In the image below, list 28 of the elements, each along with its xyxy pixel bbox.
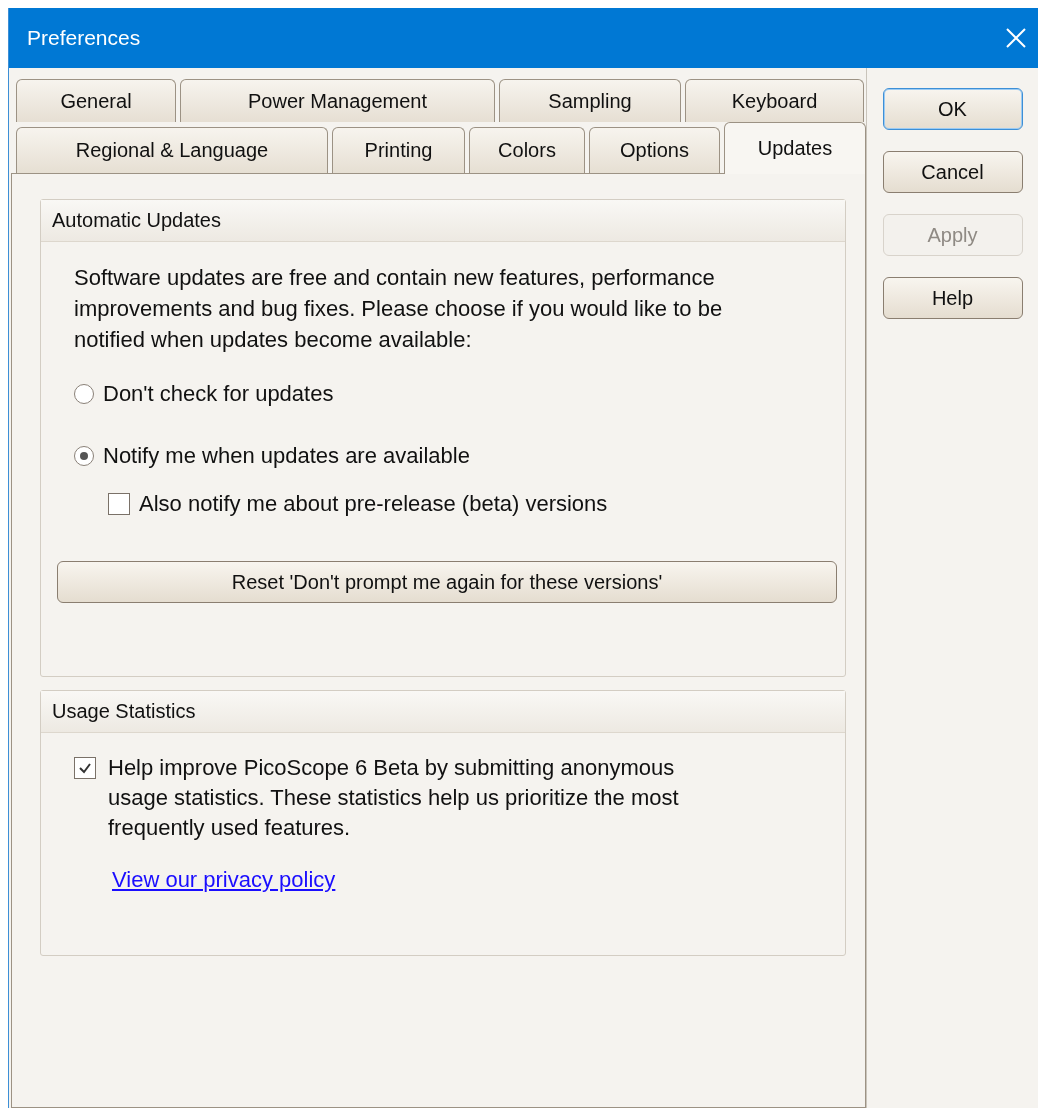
group-title: Automatic Updates: [41, 200, 845, 242]
tab[interactable]: Regional & Language: [16, 127, 328, 173]
tab[interactable]: Keyboard: [685, 79, 864, 122]
dialog-button[interactable]: Help: [882, 277, 1023, 319]
privacy-policy-link[interactable]: View our privacy policy: [112, 867, 336, 893]
description-text: Software updates are free and contain new features, performance improvements and bug fixes. Please choose if you would like to be notified when updates become available:: [74, 264, 724, 354]
tab[interactable]: Updates: [724, 122, 866, 174]
window-title: Preferences: [27, 26, 141, 50]
reset-button[interactable]: Reset 'Don't prompt me again for these versions': [57, 561, 837, 603]
tab[interactable]: Printing: [332, 127, 465, 173]
tab[interactable]: Colors: [469, 127, 585, 173]
check-icon: [78, 761, 92, 775]
tab[interactable]: Options: [589, 127, 720, 173]
checkbox[interactable]: [74, 757, 96, 779]
checkbox-label: Also notify me about pre-release (beta) versions: [139, 491, 608, 517]
radio-label: Notify me when updates are available: [103, 443, 470, 469]
close-icon[interactable]: [1006, 28, 1026, 48]
radio-label: Don't check for updates: [103, 381, 334, 407]
checkbox[interactable]: [108, 493, 130, 515]
tab[interactable]: General: [16, 79, 176, 122]
group-title: Usage Statistics: [41, 691, 845, 733]
tab[interactable]: Sampling: [499, 79, 681, 122]
dialog-button[interactable]: Cancel: [882, 151, 1023, 193]
checkbox-label: Help improve PicoScope 6 Beta by submitting anonymous usage statistics. These statistics help us prioritize the most frequently used features.: [108, 754, 680, 842]
radio-button[interactable]: [74, 384, 94, 404]
radio-button[interactable]: [74, 446, 94, 466]
dialog-button[interactable]: OK: [882, 88, 1023, 130]
tab[interactable]: Power Management: [180, 79, 495, 122]
